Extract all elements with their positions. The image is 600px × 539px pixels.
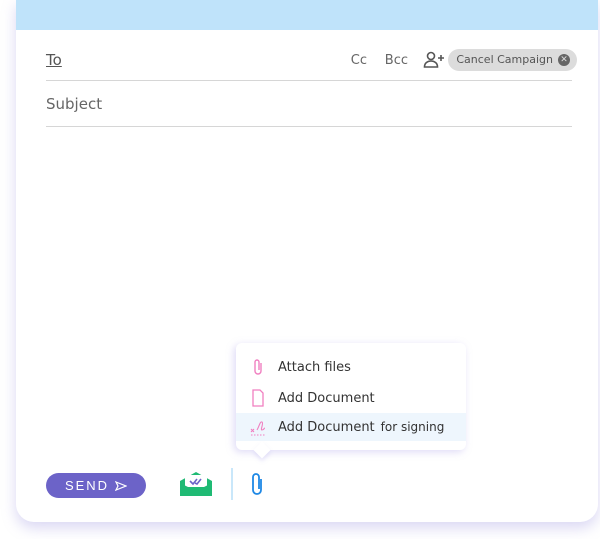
cancel-campaign-label: Cancel Campaign [456,53,553,66]
send-label: SEND [64,478,110,493]
paperclip-icon [254,359,262,375]
bcc-button[interactable]: Bcc [385,53,408,68]
tracking-envelope-icon[interactable] [180,471,212,497]
send-button[interactable]: SEND [46,473,146,498]
subject-placeholder: Subject [46,95,103,113]
to-label[interactable]: To [46,51,62,69]
menu-item-suffix: for signing [380,420,445,434]
menu-item-label: Attach files [278,359,351,375]
menu-item-label: Add Document [278,419,375,435]
add-person-icon[interactable] [423,51,445,69]
menu-item-add-document-signing[interactable]: Add Document for signing [236,413,466,441]
attach-paperclip-icon[interactable] [248,472,266,498]
subject-field[interactable]: Subject [46,90,572,127]
signature-icon [250,421,266,436]
divider [231,468,233,500]
compose-header-bar [16,0,598,30]
cancel-campaign-chip[interactable]: Cancel Campaign ✕ [448,49,577,71]
close-icon[interactable]: ✕ [558,54,570,66]
compose-window: To Cc Bcc Cancel Campaign ✕ Subject Attac… [16,0,598,522]
cc-button[interactable]: Cc [351,53,367,68]
document-icon [252,389,264,407]
send-icon [115,480,128,491]
attach-menu: Attach files Add Document Add Document f… [236,343,466,450]
to-field[interactable]: To Cc Bcc Cancel Campaign ✕ [46,45,577,81]
menu-item-add-document[interactable]: Add Document [236,384,466,412]
menu-item-attach-files[interactable]: Attach files [236,353,466,381]
menu-item-label: Add Document [278,390,375,406]
